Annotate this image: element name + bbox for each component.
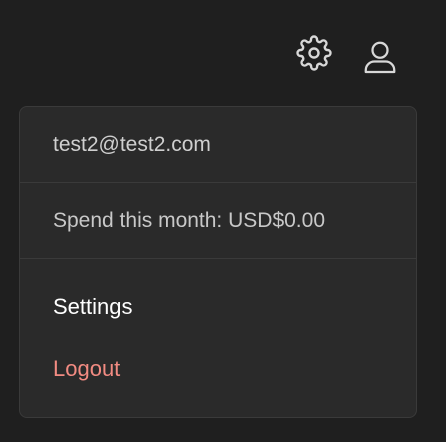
- account-dropdown-menu: test2@test2.com Spend this month: USD$0.…: [19, 106, 417, 418]
- top-bar: [0, 0, 446, 100]
- settings-button[interactable]: [294, 33, 334, 73]
- gear-icon: [296, 35, 332, 71]
- account-button[interactable]: [358, 37, 402, 77]
- account-email: test2@test2.com: [20, 107, 416, 183]
- menu-item-settings[interactable]: Settings: [20, 279, 416, 335]
- monthly-spend: Spend this month: USD$0.00: [20, 183, 416, 259]
- user-icon: [364, 41, 396, 74]
- menu-item-logout[interactable]: Logout: [20, 341, 416, 397]
